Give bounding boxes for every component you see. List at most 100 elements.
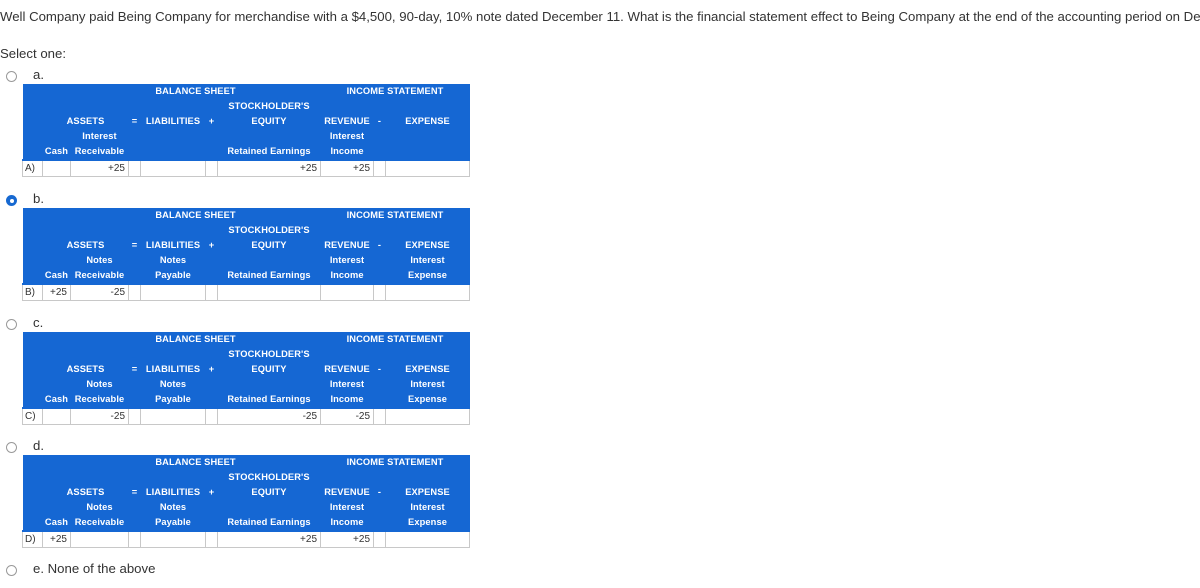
radio-option-c[interactable] <box>6 319 17 330</box>
value-expense <box>385 530 471 548</box>
sub-expense-line1: Interest <box>385 377 470 392</box>
spacer-cell <box>373 377 386 392</box>
spacer-cell <box>205 253 218 268</box>
spacer-cell <box>320 99 470 114</box>
spacer-cell <box>205 392 218 408</box>
spacer-cell <box>22 129 43 144</box>
spacer-cell <box>22 223 218 238</box>
table-row: D) +25 +25 +25 <box>22 530 471 548</box>
spacer-cell <box>205 377 218 392</box>
sub-revenue-line2: Income <box>320 392 374 408</box>
equity-header: EQUITY <box>217 114 321 129</box>
sub-revenue-line2: Income <box>320 515 374 531</box>
balance-sheet-header: BALANCE SHEET <box>70 455 321 470</box>
spacer-cell <box>373 515 386 531</box>
revenue-header: REVENUE <box>320 114 374 129</box>
sub-expense-line1: Interest <box>385 253 470 268</box>
sub-retained-line1 <box>217 500 321 515</box>
spacer-cell <box>373 253 386 268</box>
sub-expense-line2: Expense <box>385 268 470 284</box>
expense-header: EXPENSE <box>385 362 470 377</box>
sub-expense-line2: Expense <box>385 392 470 408</box>
spacer-cell <box>22 485 43 500</box>
assets-header: ASSETS <box>42 485 129 500</box>
equity-header: EQUITY <box>217 238 321 253</box>
sub-revenue-line2: Income <box>320 144 374 160</box>
spacer-cell <box>22 268 43 284</box>
equals-sign: = <box>128 114 141 129</box>
sub-liability-line2: Payable <box>140 268 206 284</box>
value-cash: +25 <box>42 530 71 548</box>
value-minus <box>373 283 387 301</box>
answer-option-b[interactable]: b. BALANCE SHEET INCOME STATEMENT STOCKH… <box>0 191 520 301</box>
spacer-cell <box>22 377 43 392</box>
spacer-cell <box>128 268 141 284</box>
value-retained: -25 <box>216 407 322 425</box>
spacer-cell <box>128 515 141 531</box>
sub-liability-line1: Notes <box>140 377 206 392</box>
value-retained <box>216 283 322 301</box>
spacer-cell <box>320 223 470 238</box>
spacer-cell <box>373 144 386 160</box>
balance-sheet-header: BALANCE SHEET <box>70 208 321 223</box>
value-receivable: -25 <box>70 283 129 301</box>
expense-header: EXPENSE <box>385 485 470 500</box>
value-equals <box>128 530 141 548</box>
radio-option-a[interactable] <box>6 71 17 82</box>
value-equals <box>128 283 141 301</box>
value-plus <box>205 283 218 301</box>
value-plus <box>205 407 218 425</box>
answer-option-a[interactable]: a. BALANCE SHEET INCOME STATEMENT STOCKH… <box>0 67 520 177</box>
value-liability <box>140 407 206 425</box>
sub-cash-line2: Cash <box>42 268 71 284</box>
value-expense <box>385 407 471 425</box>
option-letter-a: a. <box>33 67 44 82</box>
spacer-cell <box>205 500 218 515</box>
question-stem: Well Company paid Being Company for merc… <box>0 9 1200 24</box>
spacer-cell <box>22 500 43 515</box>
answer-option-e[interactable]: e. None of the above <box>0 561 520 582</box>
spacer-cell <box>22 84 71 99</box>
spacer-cell <box>22 332 71 347</box>
sub-revenue-line1: Interest <box>320 253 374 268</box>
spacer-cell <box>22 515 43 531</box>
assets-header: ASSETS <box>42 362 129 377</box>
sub-cash-line1 <box>42 377 71 392</box>
option-letter-c: c. <box>33 315 44 330</box>
value-revenue: -25 <box>320 407 375 425</box>
income-statement-header: INCOME STATEMENT <box>320 332 470 347</box>
spacer-cell <box>22 114 43 129</box>
sub-liability-line2: Payable <box>140 515 206 531</box>
value-liability <box>140 530 206 548</box>
sub-retained-line2: Retained Earnings <box>217 515 321 531</box>
spacer-cell <box>128 253 141 268</box>
sub-receivable-line2: Receivable <box>70 268 129 284</box>
option-letter-b: b. <box>33 191 44 206</box>
option-label-e: e. None of the above <box>33 561 156 576</box>
equals-sign: = <box>128 362 141 377</box>
sub-revenue-line1: Interest <box>320 377 374 392</box>
sub-revenue-line1: Interest <box>320 129 374 144</box>
spacer-cell <box>22 99 218 114</box>
radio-option-b[interactable] <box>6 195 17 206</box>
sub-retained-line2: Retained Earnings <box>217 144 321 160</box>
sub-revenue-line1: Interest <box>320 500 374 515</box>
answer-option-c[interactable]: c. BALANCE SHEET INCOME STATEMENT STOCKH… <box>0 315 520 425</box>
radio-option-e[interactable] <box>6 565 17 576</box>
radio-option-d[interactable] <box>6 442 17 453</box>
expense-header: EXPENSE <box>385 114 470 129</box>
spacer-cell <box>22 208 71 223</box>
financial-effects-table-c: BALANCE SHEET INCOME STATEMENT STOCKHOLD… <box>22 332 471 425</box>
value-minus <box>373 407 387 425</box>
spacer-cell <box>128 144 141 160</box>
sub-receivable-line1: Notes <box>70 377 129 392</box>
sub-retained-line1 <box>217 377 321 392</box>
value-revenue: +25 <box>320 530 375 548</box>
assets-header: ASSETS <box>42 238 129 253</box>
sub-expense-line1: Interest <box>385 500 470 515</box>
income-statement-header: INCOME STATEMENT <box>320 455 470 470</box>
minus-sign: - <box>373 362 386 377</box>
equity-header: EQUITY <box>217 362 321 377</box>
answer-option-d[interactable]: d. BALANCE SHEET INCOME STATEMENT STOCKH… <box>0 438 520 548</box>
stockholders-header: STOCKHOLDER'S <box>217 99 321 114</box>
